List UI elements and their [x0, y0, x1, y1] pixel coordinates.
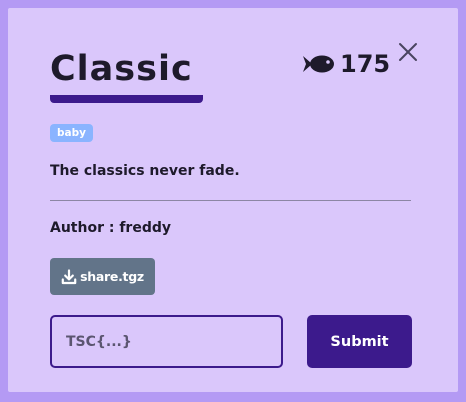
- close-button[interactable]: [397, 41, 419, 63]
- download-file-label: share.tgz: [80, 269, 144, 284]
- points-value: 175: [340, 50, 391, 78]
- challenge-author: Author : freddy: [50, 220, 171, 236]
- challenge-title: Classic: [50, 49, 193, 89]
- fish-icon: [303, 55, 334, 73]
- challenge-points: 175: [302, 49, 390, 79]
- close-icon: [399, 43, 417, 61]
- challenge-description: The classics never fade.: [50, 163, 240, 179]
- difficulty-badge: baby: [50, 124, 93, 142]
- submit-button[interactable]: Submit: [307, 315, 412, 368]
- download-icon: [61, 268, 77, 284]
- title-underline: [50, 95, 203, 103]
- download-file-button[interactable]: share.tgz: [50, 258, 155, 295]
- divider: [50, 200, 411, 201]
- flag-input[interactable]: [50, 315, 283, 368]
